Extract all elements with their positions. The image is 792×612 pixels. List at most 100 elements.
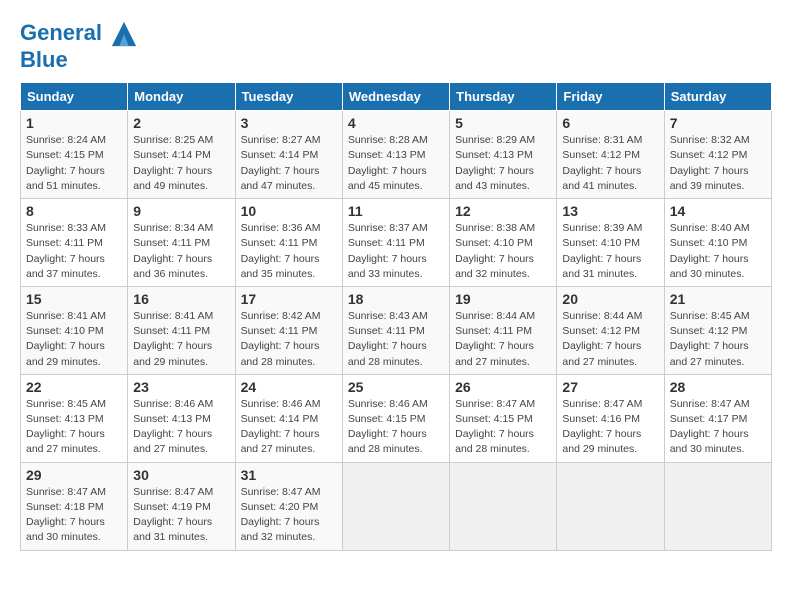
calendar-cell (450, 462, 557, 550)
calendar-cell: 21 Sunrise: 8:45 AM Sunset: 4:12 PM Dayli… (664, 286, 771, 374)
day-number: 7 (670, 115, 766, 131)
calendar-cell: 13 Sunrise: 8:39 AM Sunset: 4:10 PM Dayli… (557, 199, 664, 287)
day-number: 15 (26, 291, 122, 307)
day-info: Sunrise: 8:47 AM Sunset: 4:15 PM Dayligh… (455, 397, 551, 458)
day-number: 4 (348, 115, 444, 131)
calendar-cell: 27 Sunrise: 8:47 AM Sunset: 4:16 PM Dayli… (557, 374, 664, 462)
weekday-header: Thursday (450, 83, 557, 111)
day-info: Sunrise: 8:41 AM Sunset: 4:11 PM Dayligh… (133, 309, 229, 370)
calendar-week-row: 22Sunrise: 8:45 AM Sunset: 4:13 PM Dayli… (21, 374, 772, 462)
day-info: Sunrise: 8:47 AM Sunset: 4:17 PM Dayligh… (670, 397, 766, 458)
calendar-week-row: 15 Sunrise: 8:41 AM Sunset: 4:10 PM Dayli… (21, 286, 772, 374)
day-number: 23 (133, 379, 229, 395)
calendar-cell (342, 462, 449, 550)
day-info: Sunrise: 8:29 AM Sunset: 4:13 PM Dayligh… (455, 133, 551, 194)
day-info: Sunrise: 8:37 AM Sunset: 4:11 PM Dayligh… (348, 221, 444, 282)
day-number: 18 (348, 291, 444, 307)
calendar-header: SundayMondayTuesdayWednesdayThursdayFrid… (21, 83, 772, 111)
calendar-cell: 19 Sunrise: 8:44 AM Sunset: 4:11 PM Dayli… (450, 286, 557, 374)
logo: General Blue (20, 20, 138, 72)
day-info: Sunrise: 8:47 AM Sunset: 4:20 PM Dayligh… (241, 485, 337, 546)
day-info: Sunrise: 8:42 AM Sunset: 4:11 PM Dayligh… (241, 309, 337, 370)
day-info: Sunrise: 8:34 AM Sunset: 4:11 PM Dayligh… (133, 221, 229, 282)
calendar-cell: 20Sunrise: 8:44 AM Sunset: 4:12 PM Dayli… (557, 286, 664, 374)
calendar-cell: 1 Sunrise: 8:24 AM Sunset: 4:15 PM Daylig… (21, 111, 128, 199)
day-number: 25 (348, 379, 444, 395)
calendar-cell: 17 Sunrise: 8:42 AM Sunset: 4:11 PM Dayli… (235, 286, 342, 374)
day-info: Sunrise: 8:24 AM Sunset: 4:15 PM Dayligh… (26, 133, 122, 194)
day-info: Sunrise: 8:27 AM Sunset: 4:14 PM Dayligh… (241, 133, 337, 194)
calendar-cell: 24 Sunrise: 8:46 AM Sunset: 4:14 PM Dayli… (235, 374, 342, 462)
calendar-cell: 8Sunrise: 8:33 AM Sunset: 4:11 PM Daylig… (21, 199, 128, 287)
calendar-cell (557, 462, 664, 550)
calendar-cell: 23 Sunrise: 8:46 AM Sunset: 4:13 PM Dayli… (128, 374, 235, 462)
day-number: 30 (133, 467, 229, 483)
day-number: 20 (562, 291, 658, 307)
day-info: Sunrise: 8:43 AM Sunset: 4:11 PM Dayligh… (348, 309, 444, 370)
calendar-cell: 4 Sunrise: 8:28 AM Sunset: 4:13 PM Daylig… (342, 111, 449, 199)
day-info: Sunrise: 8:28 AM Sunset: 4:13 PM Dayligh… (348, 133, 444, 194)
day-number: 26 (455, 379, 551, 395)
calendar-cell: 28 Sunrise: 8:47 AM Sunset: 4:17 PM Dayli… (664, 374, 771, 462)
page-header: General Blue (20, 20, 772, 72)
weekday-header: Sunday (21, 83, 128, 111)
day-info: Sunrise: 8:46 AM Sunset: 4:13 PM Dayligh… (133, 397, 229, 458)
calendar-week-row: 1 Sunrise: 8:24 AM Sunset: 4:15 PM Daylig… (21, 111, 772, 199)
day-number: 28 (670, 379, 766, 395)
weekday-header: Tuesday (235, 83, 342, 111)
calendar-cell: 30 Sunrise: 8:47 AM Sunset: 4:19 PM Dayli… (128, 462, 235, 550)
weekday-header: Friday (557, 83, 664, 111)
day-number: 5 (455, 115, 551, 131)
day-info: Sunrise: 8:41 AM Sunset: 4:10 PM Dayligh… (26, 309, 122, 370)
calendar-cell: 22Sunrise: 8:45 AM Sunset: 4:13 PM Dayli… (21, 374, 128, 462)
calendar-table: SundayMondayTuesdayWednesdayThursdayFrid… (20, 82, 772, 550)
day-info: Sunrise: 8:38 AM Sunset: 4:10 PM Dayligh… (455, 221, 551, 282)
day-number: 16 (133, 291, 229, 307)
day-number: 21 (670, 291, 766, 307)
calendar-cell: 15 Sunrise: 8:41 AM Sunset: 4:10 PM Dayli… (21, 286, 128, 374)
weekday-header: Saturday (664, 83, 771, 111)
day-number: 27 (562, 379, 658, 395)
weekday-header: Wednesday (342, 83, 449, 111)
day-info: Sunrise: 8:33 AM Sunset: 4:11 PM Dayligh… (26, 221, 122, 282)
calendar-week-row: 8Sunrise: 8:33 AM Sunset: 4:11 PM Daylig… (21, 199, 772, 287)
day-info: Sunrise: 8:36 AM Sunset: 4:11 PM Dayligh… (241, 221, 337, 282)
calendar-cell: 10Sunrise: 8:36 AM Sunset: 4:11 PM Dayli… (235, 199, 342, 287)
calendar-week-row: 29 Sunrise: 8:47 AM Sunset: 4:18 PM Dayli… (21, 462, 772, 550)
day-info: Sunrise: 8:25 AM Sunset: 4:14 PM Dayligh… (133, 133, 229, 194)
day-number: 12 (455, 203, 551, 219)
day-info: Sunrise: 8:46 AM Sunset: 4:15 PM Dayligh… (348, 397, 444, 458)
day-info: Sunrise: 8:40 AM Sunset: 4:10 PM Dayligh… (670, 221, 766, 282)
calendar-cell: 6Sunrise: 8:31 AM Sunset: 4:12 PM Daylig… (557, 111, 664, 199)
day-number: 13 (562, 203, 658, 219)
calendar-cell: 31Sunrise: 8:47 AM Sunset: 4:20 PM Dayli… (235, 462, 342, 550)
day-number: 11 (348, 203, 444, 219)
calendar-cell: 9Sunrise: 8:34 AM Sunset: 4:11 PM Daylig… (128, 199, 235, 287)
day-number: 19 (455, 291, 551, 307)
day-info: Sunrise: 8:32 AM Sunset: 4:12 PM Dayligh… (670, 133, 766, 194)
calendar-cell: 26 Sunrise: 8:47 AM Sunset: 4:15 PM Dayli… (450, 374, 557, 462)
calendar-cell: 29 Sunrise: 8:47 AM Sunset: 4:18 PM Dayli… (21, 462, 128, 550)
calendar-cell: 16 Sunrise: 8:41 AM Sunset: 4:11 PM Dayli… (128, 286, 235, 374)
calendar-cell: 7 Sunrise: 8:32 AM Sunset: 4:12 PM Daylig… (664, 111, 771, 199)
day-number: 3 (241, 115, 337, 131)
calendar-cell: 2 Sunrise: 8:25 AM Sunset: 4:14 PM Daylig… (128, 111, 235, 199)
day-info: Sunrise: 8:47 AM Sunset: 4:18 PM Dayligh… (26, 485, 122, 546)
day-number: 17 (241, 291, 337, 307)
day-number: 29 (26, 467, 122, 483)
day-number: 2 (133, 115, 229, 131)
day-info: Sunrise: 8:44 AM Sunset: 4:11 PM Dayligh… (455, 309, 551, 370)
day-info: Sunrise: 8:45 AM Sunset: 4:12 PM Dayligh… (670, 309, 766, 370)
day-info: Sunrise: 8:47 AM Sunset: 4:19 PM Dayligh… (133, 485, 229, 546)
day-number: 24 (241, 379, 337, 395)
day-info: Sunrise: 8:46 AM Sunset: 4:14 PM Dayligh… (241, 397, 337, 458)
calendar-cell: 18 Sunrise: 8:43 AM Sunset: 4:11 PM Dayli… (342, 286, 449, 374)
day-info: Sunrise: 8:47 AM Sunset: 4:16 PM Dayligh… (562, 397, 658, 458)
weekday-header: Monday (128, 83, 235, 111)
calendar-cell: 11 Sunrise: 8:37 AM Sunset: 4:11 PM Dayli… (342, 199, 449, 287)
day-number: 1 (26, 115, 122, 131)
calendar-cell: 5 Sunrise: 8:29 AM Sunset: 4:13 PM Daylig… (450, 111, 557, 199)
logo-text: General (20, 20, 138, 48)
day-info: Sunrise: 8:45 AM Sunset: 4:13 PM Dayligh… (26, 397, 122, 458)
day-info: Sunrise: 8:39 AM Sunset: 4:10 PM Dayligh… (562, 221, 658, 282)
